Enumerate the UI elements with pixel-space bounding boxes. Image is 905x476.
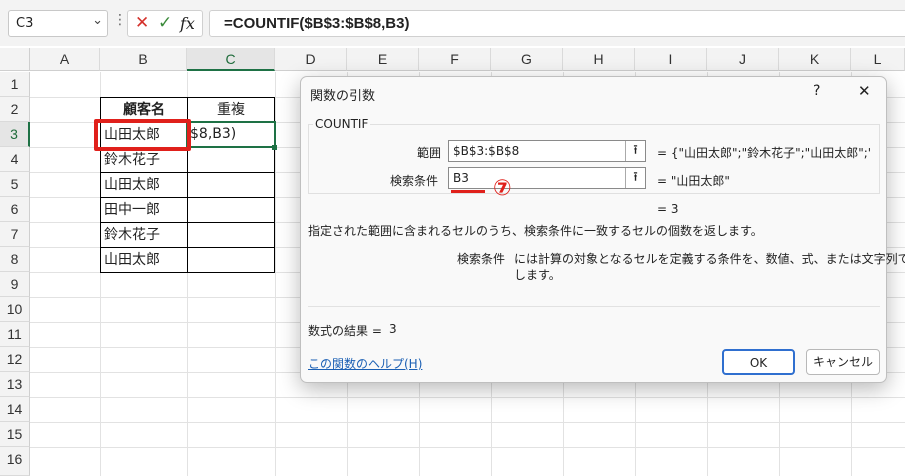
column-header-h[interactable]: H xyxy=(563,48,635,71)
formula-input[interactable]: =COUNTIF($B$3:$B$8,B3) xyxy=(209,10,905,37)
column-header-i[interactable]: I xyxy=(635,48,707,71)
function-help-link[interactable]: この関数のヘルプ(H) xyxy=(308,355,422,372)
cell-c4[interactable] xyxy=(187,147,275,173)
formula-icons: ✕ ✓ fx xyxy=(127,10,203,37)
param-name: 検索条件 xyxy=(457,252,506,266)
function-arguments-dialog: 関数の引数 ? ✕ COUNTIF 範囲 $B$3:$B$8 ⭱ = {"山田太… xyxy=(300,76,905,383)
overall-result: = 3 xyxy=(657,202,679,216)
collapse-dialog-icon[interactable]: ⭱ xyxy=(625,168,645,188)
highlight-box xyxy=(94,119,191,151)
column-header-d[interactable]: D xyxy=(275,48,347,71)
cell-b6[interactable]: 田中一郎 xyxy=(100,197,188,223)
row-header-7[interactable]: 7 xyxy=(0,222,30,247)
column-header-l[interactable]: L xyxy=(851,48,905,71)
more-options-icon[interactable]: ⋮ xyxy=(113,12,127,28)
cell-b7[interactable]: 鈴木花子 xyxy=(100,222,188,248)
collapse-dialog-icon[interactable]: ⭱ xyxy=(625,141,645,161)
annotation-underline xyxy=(451,190,485,193)
cell-b5[interactable]: 山田太郎 xyxy=(100,172,188,198)
column-header-e[interactable]: E xyxy=(347,48,419,71)
step-marker: ⑦ xyxy=(493,176,512,201)
row-header-14[interactable]: 14 xyxy=(0,397,30,422)
row-header-6[interactable]: 6 xyxy=(0,197,30,222)
column-header-g[interactable]: G xyxy=(491,48,563,71)
chevron-down-icon[interactable]: ⌄ xyxy=(92,13,103,28)
column-header-j[interactable]: J xyxy=(707,48,779,71)
cancel-button[interactable]: キャンセル xyxy=(806,349,880,375)
grid-line xyxy=(30,447,905,448)
function-name: COUNTIF xyxy=(313,117,371,131)
param-description-line1: には計算の対象となるセルを定義する条件を、数値、式、または文字列で指定 xyxy=(514,252,905,266)
insert-function-icon[interactable]: fx xyxy=(180,14,195,33)
row-header-9[interactable]: 9 xyxy=(0,272,30,297)
grid-line xyxy=(30,422,905,423)
row-header-3[interactable]: 3 xyxy=(0,122,30,147)
row-header-13[interactable]: 13 xyxy=(0,372,30,397)
row-header-12[interactable]: 12 xyxy=(0,347,30,372)
cell-c5[interactable] xyxy=(187,172,275,198)
enter-icon[interactable]: ✓ xyxy=(158,13,172,33)
arg-criteria-result: = "山田太郎" xyxy=(657,174,730,188)
column-header-f[interactable]: F xyxy=(419,48,491,71)
param-description-line2: します。 xyxy=(514,268,561,282)
active-cell-c3[interactable]: $8,B3) xyxy=(186,121,276,148)
row-header-5[interactable]: 5 xyxy=(0,172,30,197)
cancel-icon[interactable]: ✕ xyxy=(135,13,149,33)
name-box[interactable]: C3 ⌄ xyxy=(8,10,108,37)
cell-c8[interactable] xyxy=(187,247,275,273)
column-header-a[interactable]: A xyxy=(30,48,100,71)
ok-button[interactable]: OK xyxy=(722,349,795,375)
grid-line xyxy=(30,397,905,398)
row-header-11[interactable]: 11 xyxy=(0,322,30,347)
formula-result-label: 数式の結果 = xyxy=(308,324,382,338)
formula-text: =COUNTIF($B$3:$B$8,B3) xyxy=(224,15,410,32)
arg-range-input[interactable]: $B$3:$B$8 ⭱ xyxy=(448,140,646,162)
row-header-8[interactable]: 8 xyxy=(0,247,30,272)
arg-range-label: 範囲 xyxy=(417,146,442,160)
cell-c6[interactable] xyxy=(187,197,275,223)
cell-b8[interactable]: 山田太郎 xyxy=(100,247,188,273)
formula-result-value: 3 xyxy=(389,322,397,336)
row-header-16[interactable]: 16 xyxy=(0,447,30,476)
column-header-c[interactable]: C xyxy=(187,48,275,71)
arg-range-result: = {"山田太郎";"鈴木花子";"山田太郎";' xyxy=(657,146,872,160)
header-duplicate[interactable]: 重複 xyxy=(187,97,275,123)
arg-criteria-label: 検索条件 xyxy=(390,174,439,188)
row-header-4[interactable]: 4 xyxy=(0,147,30,172)
arg-criteria-input[interactable]: B3 ⭱ xyxy=(448,167,646,189)
row-header-10[interactable]: 10 xyxy=(0,297,30,322)
row-header-2[interactable]: 2 xyxy=(0,97,30,122)
column-header-b[interactable]: B xyxy=(100,48,187,71)
function-description: 指定された範囲に含まれるセルのうち、検索条件に一致するセルの個数を返します。 xyxy=(308,224,763,238)
close-icon[interactable]: ✕ xyxy=(858,82,871,100)
cell-c7[interactable] xyxy=(187,222,275,248)
dialog-title: 関数の引数 xyxy=(310,89,376,104)
row-header-1[interactable]: 1 xyxy=(0,72,30,97)
separator xyxy=(308,306,880,307)
fill-handle[interactable] xyxy=(272,145,277,150)
row-header-15[interactable]: 15 xyxy=(0,422,30,447)
column-header-k[interactable]: K xyxy=(779,48,851,71)
help-icon[interactable]: ? xyxy=(813,83,820,99)
name-box-value: C3 xyxy=(16,16,34,31)
select-all-corner[interactable] xyxy=(0,48,30,71)
